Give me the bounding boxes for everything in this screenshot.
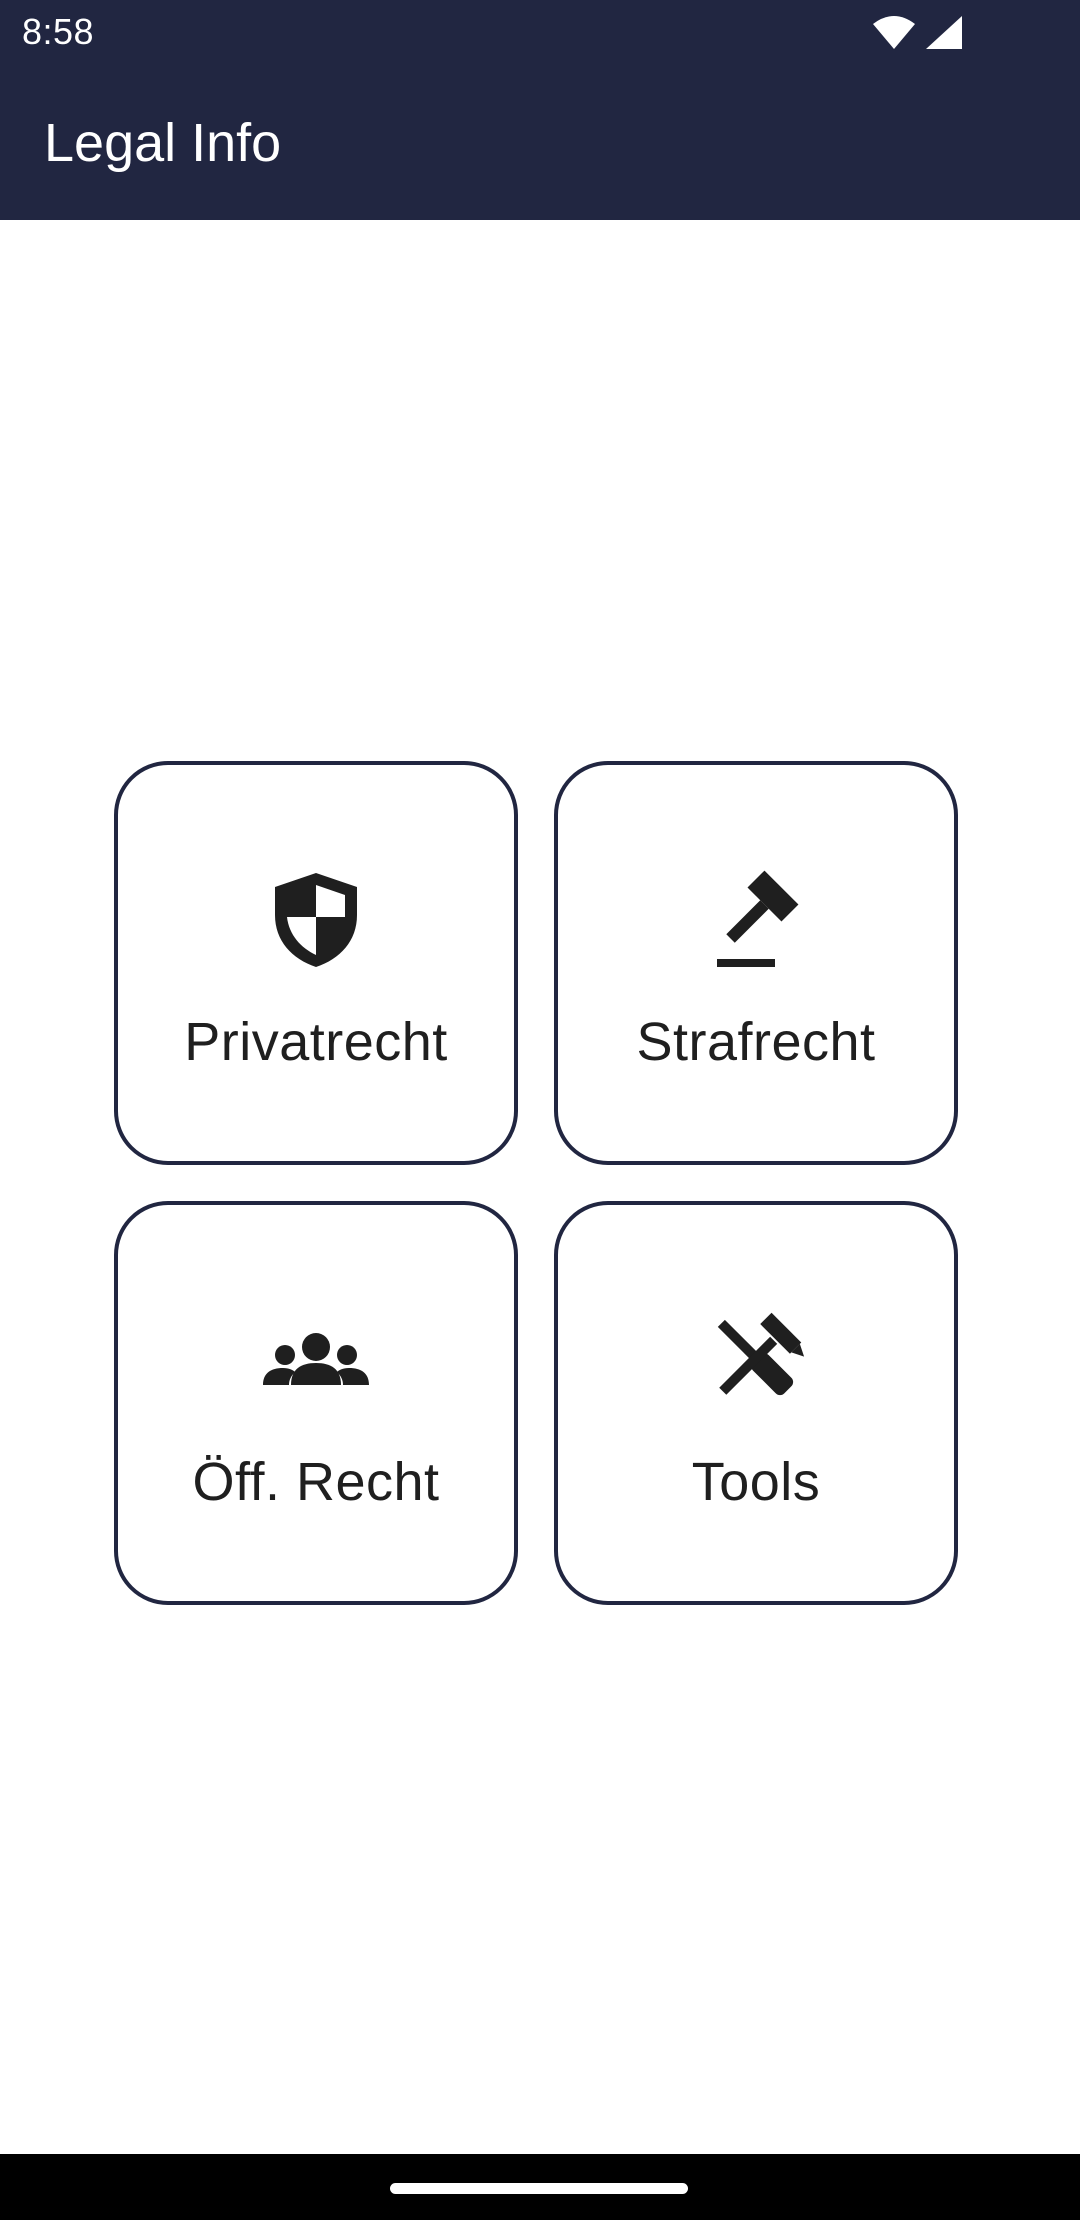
status-bar: 8:58 — [0, 0, 1080, 66]
app-title: Legal Info — [44, 113, 282, 173]
tile-oeff-recht[interactable]: Öff. Recht — [114, 1201, 518, 1605]
wifi-icon — [872, 16, 916, 55]
cell-signal-icon — [926, 16, 962, 55]
tile-tools[interactable]: Tools — [554, 1201, 958, 1605]
gavel-icon — [701, 863, 811, 973]
home-gesture-bar[interactable] — [390, 2183, 688, 2194]
tile-privatrecht[interactable]: Privatrecht — [114, 761, 518, 1165]
shield-icon — [261, 863, 371, 973]
tile-label: Öff. Recht — [192, 1452, 440, 1512]
app-bar: Legal Info — [0, 66, 1080, 220]
tile-label: Strafrecht — [636, 1012, 876, 1072]
tile-label: Tools — [691, 1452, 821, 1512]
tools-icon — [701, 1303, 811, 1413]
tile-label: Privatrecht — [184, 1012, 448, 1072]
groups-icon — [261, 1303, 371, 1413]
status-time: 8:58 — [22, 11, 95, 52]
status-icons — [872, 16, 962, 55]
tile-strafrecht[interactable]: Strafrecht — [554, 761, 958, 1165]
navigation-bar — [0, 2154, 1080, 2220]
